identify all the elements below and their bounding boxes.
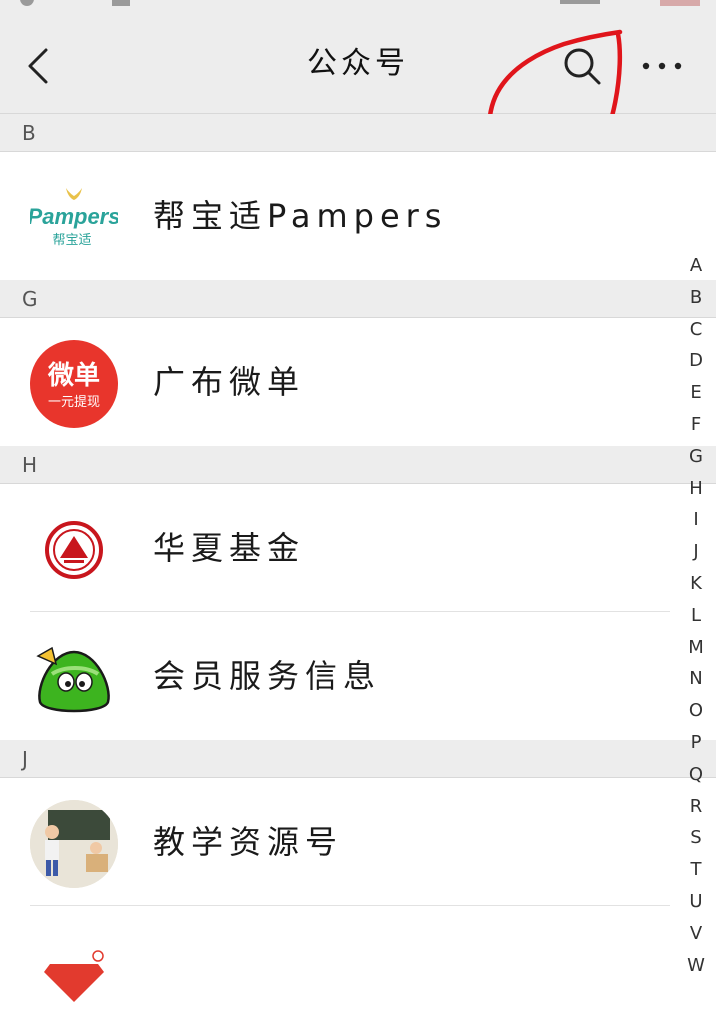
list-item-member-service[interactable]: 会员服务信息 — [0, 612, 716, 740]
index-letter-m[interactable]: M — [680, 632, 712, 664]
account-name: 华夏基金 — [153, 529, 306, 567]
index-letter-k[interactable]: K — [680, 568, 712, 600]
navigation-bar: 公众号 — [0, 0, 716, 114]
index-letter-j[interactable]: J — [680, 536, 712, 568]
index-letter-i[interactable]: I — [680, 504, 712, 536]
section-header-b: B — [0, 114, 716, 152]
svg-text:微单: 微单 — [47, 360, 100, 391]
account-name: 广布微单 — [153, 363, 306, 401]
index-letter-r[interactable]: R — [680, 791, 712, 823]
more-button[interactable] — [638, 50, 686, 82]
index-letter-f[interactable]: F — [680, 409, 712, 441]
index-letter-t[interactable]: T — [680, 854, 712, 886]
index-letter-h[interactable]: H — [680, 473, 712, 505]
account-name: 会员服务信息 — [153, 657, 382, 695]
pampers-logo: Pampers 帮宝适 — [30, 174, 118, 262]
index-letter-c[interactable]: C — [680, 314, 712, 346]
more-icon — [642, 62, 682, 70]
page-title: 公众号 — [307, 46, 409, 81]
index-letter-n[interactable]: N — [680, 663, 712, 695]
weidan-logo: 微单 一元提现 — [30, 340, 118, 428]
huaxia-logo — [30, 506, 118, 594]
index-letter-b[interactable]: B — [680, 282, 712, 314]
list-item-partial[interactable] — [0, 906, 716, 1034]
green-mascot-logo — [30, 634, 118, 722]
list-item-pampers[interactable]: Pampers 帮宝适 帮宝适Pampers — [0, 152, 716, 280]
classroom-illustration — [30, 800, 118, 888]
account-name: 帮宝适Pampers — [153, 197, 448, 235]
svg-text:一元提现: 一元提现 — [48, 394, 100, 410]
section-header-g: G — [0, 280, 716, 318]
index-letter-v[interactable]: V — [680, 918, 712, 950]
alphabet-index: ABCDEFGHIJKLMNOPQRSTUVW — [680, 250, 712, 981]
index-letter-o[interactable]: O — [680, 695, 712, 727]
search-icon — [564, 48, 601, 85]
index-letter-p[interactable]: P — [680, 727, 712, 759]
svg-text:Pampers: Pampers — [30, 204, 118, 229]
index-letter-u[interactable]: U — [680, 886, 712, 918]
section-header-h: H — [0, 446, 716, 484]
index-letter-l[interactable]: L — [680, 600, 712, 632]
red-logo — [30, 928, 118, 1016]
index-letter-a[interactable]: A — [680, 250, 712, 282]
index-letter-q[interactable]: Q — [680, 759, 712, 791]
list-item-teaching-resources[interactable]: 教学资源号 — [0, 778, 716, 906]
index-letter-s[interactable]: S — [680, 822, 712, 854]
index-letter-g[interactable]: G — [680, 441, 712, 473]
index-letter-e[interactable]: E — [680, 377, 712, 409]
index-letter-d[interactable]: D — [680, 345, 712, 377]
list-item-weidan[interactable]: 微单 一元提现 广布微单 — [0, 318, 716, 446]
search-button[interactable] — [558, 44, 604, 88]
official-accounts-list: B Pampers 帮宝适 帮宝适Pampers G 微单 一元提现 广布微单 … — [0, 114, 716, 1034]
status-bar — [0, 0, 716, 8]
list-item-huaxia[interactable]: 华夏基金 — [0, 484, 716, 612]
svg-text:帮宝适: 帮宝适 — [52, 233, 91, 248]
section-header-j: J — [0, 740, 716, 778]
account-name: 教学资源号 — [153, 823, 344, 861]
